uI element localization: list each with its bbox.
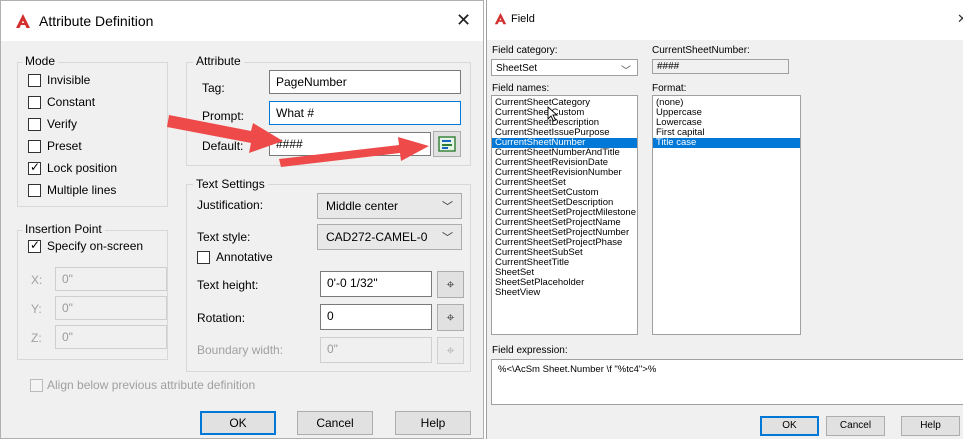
checkbox-box[interactable] <box>28 96 41 109</box>
z-label: Z: <box>31 331 42 345</box>
x-label: X: <box>31 273 43 287</box>
check-mark-icon: ✓ <box>30 238 41 252</box>
pick-text-height-button[interactable]: ⌖ <box>437 271 464 298</box>
cancel-button[interactable]: Cancel <box>297 411 373 435</box>
field-category-select[interactable]: SheetSet ﹀ <box>491 59 638 77</box>
chevron-down-icon: ﹀ <box>442 201 453 213</box>
close-icon[interactable]: ✕ <box>456 10 471 31</box>
checkbox-box[interactable] <box>28 74 41 87</box>
format-label: Format: <box>652 83 687 94</box>
y-label: Y: <box>31 302 42 316</box>
ok-button[interactable]: OK <box>760 416 819 436</box>
current-sheet-number-value: #### <box>652 59 789 74</box>
checkbox-label: Align below previous attribute definitio… <box>47 378 256 392</box>
checkbox-label: Constant <box>47 95 96 109</box>
checkbox-label: Annotative <box>216 250 273 264</box>
close-icon[interactable]: ✕ <box>957 11 963 27</box>
help-button[interactable]: Help <box>901 416 960 436</box>
checkbox-label: Preset <box>47 139 82 153</box>
current-sheet-number-label: CurrentSheetNumber: <box>652 45 750 56</box>
ok-button[interactable]: OK <box>200 411 276 435</box>
cancel-button[interactable]: Cancel <box>826 416 885 436</box>
checkbox-label: Specify on-screen <box>47 239 144 253</box>
text-height-label: Text height: <box>197 278 259 292</box>
checkbox-box[interactable] <box>28 184 41 197</box>
rotation-input[interactable]: 0 <box>320 304 432 330</box>
tag-input[interactable]: PageNumber <box>269 70 461 94</box>
checkbox-label: Lock position <box>47 161 118 175</box>
dialog-title: Attribute Definition <box>39 13 154 29</box>
red-annotation-arrows <box>167 115 429 167</box>
field-category-label: Field category: <box>492 45 558 56</box>
x-field[interactable]: 0" <box>55 267 167 291</box>
text-style-label: Text style: <box>197 230 251 244</box>
format-item[interactable]: Title case <box>653 138 800 148</box>
checkbox-box[interactable] <box>197 251 210 264</box>
checkbox-label: Multiple lines <box>47 183 117 197</box>
mouse-cursor-icon <box>547 106 559 122</box>
text-style-select[interactable]: CAD272-CAMEL-0 ﹀ <box>317 224 462 250</box>
chevron-down-icon: ﹀ <box>621 66 631 77</box>
checkbox-label: Verify <box>47 117 78 131</box>
title-bar: Attribute Definition ✕ <box>1 1 483 41</box>
field-expression-box[interactable]: %<\AcSm Sheet.Number \f "%tc4">% <box>491 359 963 405</box>
check-mark-icon: ✓ <box>30 160 41 174</box>
pick-boundary-width-button[interactable]: ⌖ <box>437 337 464 364</box>
autocad-logo-icon <box>16 14 30 28</box>
insertion-point-label: Insertion Point <box>22 222 105 236</box>
tag-label: Tag: <box>202 81 225 95</box>
checkbox-box[interactable]: ✓ <box>28 160 41 175</box>
pick-point-icon: ⌖ <box>446 342 455 358</box>
boundary-width-label: Boundary width: <box>197 343 284 357</box>
help-button[interactable]: Help <box>395 411 471 435</box>
attribute-definition-dialog: Attribute Definition ✕ Mode Invisible Co… <box>0 0 484 439</box>
arrow-to-default-field <box>167 115 283 153</box>
text-height-input[interactable]: 0'-0 1/32" <box>320 271 432 297</box>
justification-value: Middle center <box>326 199 399 213</box>
title-bar: Field ✕ <box>487 0 963 40</box>
rotation-label: Rotation: <box>197 311 246 325</box>
field-name-item[interactable]: SheetView <box>492 288 637 298</box>
field-expression-label: Field expression: <box>492 345 568 356</box>
checkbox-box[interactable] <box>28 140 41 153</box>
justification-select[interactable]: Middle center ﹀ <box>317 193 462 219</box>
text-settings-label: Text Settings <box>193 177 268 191</box>
checkbox-box[interactable]: ✓ <box>28 238 41 253</box>
field-dialog: Field ✕ Field category: SheetSet ﹀ Field… <box>486 0 963 439</box>
text-style-value: CAD272-CAMEL-0 <box>326 230 428 244</box>
checkbox-box[interactable] <box>30 379 43 392</box>
boundary-width-input[interactable]: 0" <box>320 337 432 363</box>
justification-label: Justification: <box>197 198 264 212</box>
y-field[interactable]: 0" <box>55 296 167 320</box>
z-field[interactable]: 0" <box>55 325 167 349</box>
field-names-list[interactable]: CurrentSheetCategory CurrentSheetCustom Cu… <box>491 95 638 335</box>
pick-point-icon: ⌖ <box>446 309 455 325</box>
attribute-group-label: Attribute <box>193 54 244 68</box>
autocad-logo-icon <box>494 12 507 25</box>
chevron-down-icon: ﹀ <box>442 232 453 244</box>
field-names-label: Field names: <box>492 83 550 94</box>
pick-rotation-button[interactable]: ⌖ <box>437 304 464 331</box>
arrow-to-field-button <box>279 137 429 167</box>
mode-group-label: Mode <box>22 54 59 68</box>
checkbox-label: Invisible <box>47 73 91 87</box>
field-category-value: SheetSet <box>496 63 538 74</box>
dialog-title: Field <box>511 13 535 25</box>
pick-point-icon: ⌖ <box>446 276 455 292</box>
checkbox-box[interactable] <box>28 118 41 131</box>
format-list[interactable]: (none) Uppercase Lowercase First capital Tit… <box>652 95 801 335</box>
